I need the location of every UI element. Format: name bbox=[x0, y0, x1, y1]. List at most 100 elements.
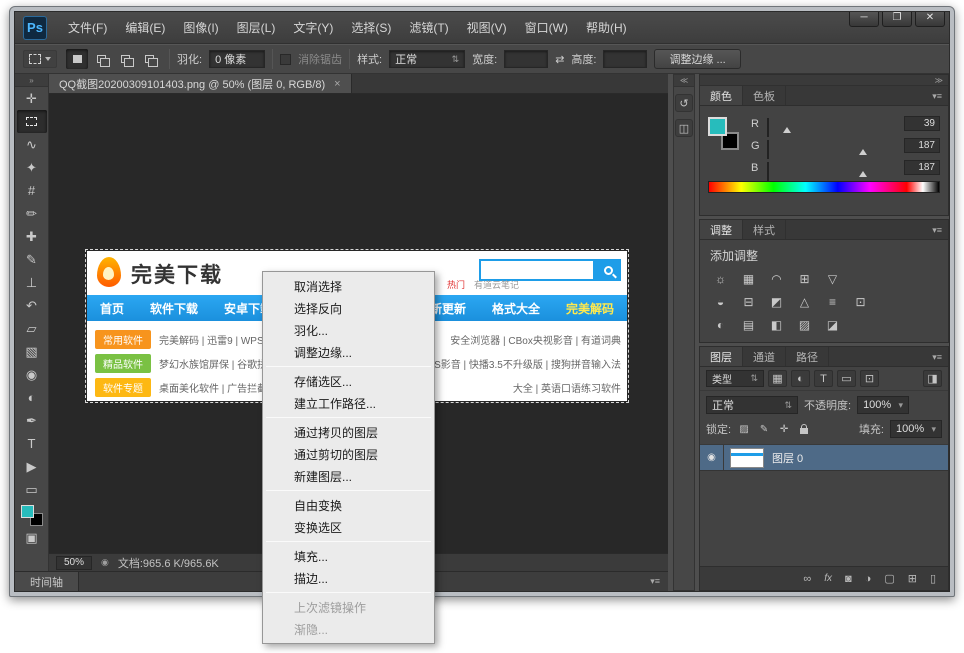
levels-icon[interactable]: ▦ bbox=[736, 269, 761, 289]
selective-color-icon[interactable]: ◪ bbox=[820, 315, 845, 335]
move-tool[interactable]: ✛ bbox=[17, 87, 47, 110]
timeline-tab[interactable]: 时间轴 bbox=[15, 572, 79, 591]
timeline-menu-icon[interactable]: ▾≡ bbox=[650, 576, 660, 587]
history-panel-icon[interactable]: ↺ bbox=[675, 94, 693, 112]
width-input[interactable] bbox=[504, 50, 548, 68]
add-layer-mask-icon[interactable]: ◙ bbox=[845, 573, 852, 585]
status-info-icon[interactable]: ◉ bbox=[101, 557, 109, 568]
blend-mode-dropdown[interactable]: 正常 ⇅ bbox=[706, 396, 798, 414]
invert-icon[interactable]: ◐ bbox=[708, 315, 733, 335]
antialias-checkbox[interactable] bbox=[280, 54, 291, 65]
expand-dock-button[interactable]: ≪ bbox=[674, 75, 694, 87]
red-slider-track[interactable] bbox=[767, 118, 769, 137]
red-slider[interactable] bbox=[767, 119, 898, 129]
height-input[interactable] bbox=[603, 50, 647, 68]
refine-edge-button[interactable]: 调整边缘 ... bbox=[654, 49, 740, 69]
tab-swatches[interactable]: 色板 bbox=[743, 86, 786, 105]
add-to-selection-button[interactable] bbox=[90, 49, 112, 69]
hue-saturation-icon[interactable]: ◒ bbox=[708, 292, 733, 312]
delete-layer-icon[interactable]: ▯ bbox=[930, 572, 936, 585]
maximize-button[interactable]: ❐ bbox=[882, 11, 912, 27]
new-selection-button[interactable] bbox=[66, 49, 88, 69]
crop-tool[interactable]: # bbox=[17, 179, 47, 202]
history-brush-tool[interactable]: ↶ bbox=[17, 294, 47, 317]
healing-brush-tool[interactable]: ✚ bbox=[17, 225, 47, 248]
zoom-level-field[interactable]: 50% bbox=[56, 556, 92, 570]
channel-mixer-icon[interactable]: ≡ bbox=[820, 292, 845, 312]
green-slider-handle[interactable] bbox=[859, 149, 867, 155]
eraser-tool[interactable]: ▱ bbox=[17, 317, 47, 340]
document-tab[interactable]: QQ截图20200309101403.png @ 50% (图层 0, RGB/… bbox=[49, 74, 352, 93]
tab-color[interactable]: 颜色 bbox=[700, 86, 743, 105]
filter-shape-layers-icon[interactable]: ▭ bbox=[837, 370, 856, 387]
menu-item-deselect[interactable]: 取消选择 bbox=[264, 275, 433, 297]
menu-item-stroke[interactable]: 描边... bbox=[264, 567, 433, 589]
fill-dropdown[interactable]: 100% ▾ bbox=[890, 420, 942, 438]
menu-item-fill[interactable]: 填充... bbox=[264, 545, 433, 567]
green-slider[interactable] bbox=[767, 141, 898, 151]
tab-styles[interactable]: 样式 bbox=[743, 220, 786, 239]
tab-layers[interactable]: 图层 bbox=[700, 347, 743, 366]
menu-item-new-layer[interactable]: 新建图层... bbox=[264, 465, 433, 487]
menu-item-refine-edge[interactable]: 调整边缘... bbox=[264, 341, 433, 363]
menu-help[interactable]: 帮助(H) bbox=[577, 15, 636, 40]
type-tool[interactable]: T bbox=[17, 432, 47, 455]
lock-all-icon[interactable] bbox=[797, 422, 811, 436]
menu-filter[interactable]: 滤镜(T) bbox=[400, 15, 457, 40]
dodge-tool[interactable]: ◐ bbox=[17, 386, 47, 409]
exposure-icon[interactable]: ⊞ bbox=[792, 269, 817, 289]
layer-name[interactable]: 图层 0 bbox=[772, 450, 803, 466]
close-button[interactable]: ✕ bbox=[915, 11, 945, 27]
menu-file[interactable]: 文件(F) bbox=[59, 15, 116, 40]
pen-tool[interactable]: ✒ bbox=[17, 409, 47, 432]
vibrance-icon[interactable]: ▽ bbox=[820, 269, 845, 289]
posterize-icon[interactable]: ▤ bbox=[736, 315, 761, 335]
menu-item-free-transform[interactable]: 自由变换 bbox=[264, 494, 433, 516]
lock-pixels-icon[interactable]: ✎ bbox=[757, 422, 771, 436]
foreground-color-swatch[interactable] bbox=[708, 117, 727, 136]
panel-menu-icon[interactable]: ▾≡ bbox=[932, 352, 942, 363]
swap-dimensions-icon[interactable]: ⇄ bbox=[555, 53, 564, 66]
path-selection-tool[interactable]: ▶ bbox=[17, 455, 47, 478]
clone-stamp-tool[interactable]: ⊥ bbox=[17, 271, 47, 294]
curves-icon[interactable]: ◠ bbox=[764, 269, 789, 289]
filter-toggle-icon[interactable]: ◨ bbox=[923, 370, 942, 387]
properties-panel-icon[interactable]: ◫ bbox=[675, 119, 693, 137]
layer-thumbnail[interactable] bbox=[730, 448, 764, 468]
subtract-from-selection-button[interactable] bbox=[114, 49, 136, 69]
tool-preset-picker[interactable] bbox=[23, 50, 57, 68]
menu-item-transform-selection[interactable]: 变换选区 bbox=[264, 516, 433, 538]
filter-adjustment-layers-icon[interactable]: ◐ bbox=[791, 370, 810, 387]
blue-slider[interactable] bbox=[767, 163, 898, 173]
lasso-tool[interactable]: ∿ bbox=[17, 133, 47, 156]
blue-slider-handle[interactable] bbox=[859, 171, 867, 177]
filter-type-dropdown[interactable]: 类型 ⇅ bbox=[706, 370, 764, 387]
lock-position-icon[interactable]: ✛ bbox=[777, 422, 791, 436]
new-group-icon[interactable]: ▢ bbox=[884, 572, 894, 585]
green-slider-track[interactable] bbox=[767, 140, 769, 159]
feather-input[interactable]: 0 像素 bbox=[209, 50, 265, 68]
menu-edit[interactable]: 编辑(E) bbox=[116, 15, 174, 40]
link-layers-icon[interactable]: ∞ bbox=[803, 573, 811, 585]
menu-select[interactable]: 选择(S) bbox=[342, 15, 400, 40]
filter-smart-objects-icon[interactable]: ⊡ bbox=[860, 370, 879, 387]
tab-close-icon[interactable]: × bbox=[334, 78, 340, 90]
minimize-button[interactable]: ─ bbox=[849, 11, 879, 27]
color-lookup-icon[interactable]: ⊡ bbox=[848, 292, 873, 312]
menu-item-make-work-path[interactable]: 建立工作路径... bbox=[264, 392, 433, 414]
black-white-icon[interactable]: ◩ bbox=[764, 292, 789, 312]
blue-value-field[interactable]: 187 bbox=[904, 160, 940, 175]
color-spectrum-ramp[interactable] bbox=[708, 181, 940, 193]
quick-selection-tool[interactable]: ✦ bbox=[17, 156, 47, 179]
menu-window[interactable]: 窗口(W) bbox=[516, 15, 577, 40]
collapse-panels-button[interactable]: ≫ bbox=[935, 76, 943, 85]
filter-pixel-layers-icon[interactable]: ▦ bbox=[768, 370, 787, 387]
gradient-tool[interactable]: ▧ bbox=[17, 340, 47, 363]
menu-view[interactable]: 视图(V) bbox=[458, 15, 516, 40]
panel-menu-icon[interactable]: ▾≡ bbox=[932, 225, 942, 236]
layer-row[interactable]: ◉ 图层 0 bbox=[700, 445, 948, 471]
rectangular-marquee-tool[interactable] bbox=[17, 110, 47, 133]
filter-type-layers-icon[interactable]: T bbox=[814, 370, 833, 387]
red-value-field[interactable]: 39 bbox=[904, 116, 940, 131]
tab-paths[interactable]: 路径 bbox=[786, 347, 829, 366]
